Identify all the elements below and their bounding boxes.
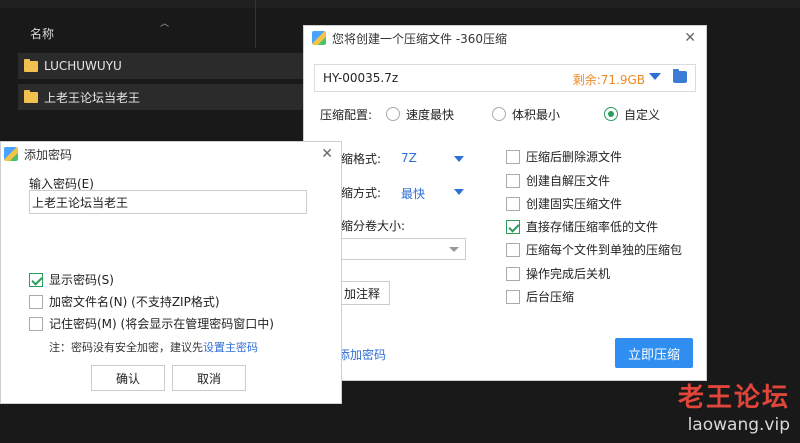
option-label: 记住密码(M) (将会显示在管理密码窗口中) [49, 317, 274, 331]
cancel-button[interactable]: 取消 [172, 365, 246, 391]
format-label: 缩格式: [341, 152, 382, 166]
watermark-text-cn: 老王论坛 [677, 383, 790, 413]
profile-label-custom: 自定义 [624, 107, 661, 122]
compress-now-button[interactable]: 立即压缩 [615, 338, 693, 368]
folder-icon [24, 58, 38, 72]
method-dropdown-icon[interactable] [454, 189, 464, 195]
radio-icon [492, 107, 506, 121]
password-input[interactable]: 上老王论坛当老王 [29, 190, 307, 214]
method-label: 缩方式: [341, 186, 382, 200]
option-label: 压缩后删除源文件 [526, 150, 623, 164]
checkbox-icon [29, 294, 43, 309]
ok-button[interactable]: 确认 [91, 365, 165, 391]
option-background[interactable]: 后台压缩 [506, 288, 574, 305]
option-label: 加密文件名(N) (不支持ZIP格式) [49, 295, 220, 309]
checkbox-icon [506, 173, 520, 188]
compress-dialog-title: 您将创建一个压缩文件 -360压缩 [332, 31, 508, 46]
volume-size-select[interactable] [334, 238, 466, 260]
add-password-link[interactable]: 添加密码 [338, 346, 386, 363]
add-note-button[interactable]: 加注释 [334, 281, 390, 305]
browse-folder-icon[interactable] [673, 69, 687, 83]
option-remember-password[interactable]: 记住密码(M) (将会显示在管理密码窗口中) [29, 315, 274, 332]
free-space-label: 剩余:71.9GB [572, 73, 645, 87]
option-label: 操作完成后关机 [526, 267, 611, 281]
option-label: 直接存储压缩率低的文件 [526, 220, 659, 234]
option-encrypt-filenames[interactable]: 加密文件名(N) (不支持ZIP格式) [29, 293, 220, 310]
file-row[interactable]: 上老王论坛当老王 [18, 84, 318, 110]
option-separate-archives[interactable]: 压缩每个文件到单独的压缩包 [506, 241, 682, 258]
option-solid[interactable]: 创建固实压缩文件 [506, 195, 622, 212]
option-label: 显示密码(S) [49, 273, 114, 287]
chevron-down-icon [449, 247, 459, 252]
checkbox-checked-icon [29, 272, 43, 287]
password-dialog-titlebar: 添加密码 [1, 142, 341, 166]
column-header-name[interactable]: 名称 [30, 25, 54, 42]
profile-fastest[interactable]: 速度最快 [386, 106, 454, 123]
password-value: 上老王论坛当老王 [32, 195, 129, 210]
checkbox-icon [506, 149, 520, 164]
checkbox-icon [29, 316, 43, 331]
option-self-extract[interactable]: 创建自解压文件 [506, 172, 610, 189]
volume-label: 缩分卷大小: [341, 219, 406, 233]
compress-dialog: 您将创建一个压缩文件 -360压缩 ✕ HY-00035.7z 剩余:71.9G… [303, 25, 707, 381]
checkbox-icon [506, 242, 520, 257]
checkbox-icon [506, 266, 520, 281]
compress-profile-row: 压缩配置: 速度最快 体积最小 自定义 [320, 104, 700, 124]
password-dialog-title: 添加密码 [24, 147, 73, 162]
option-show-password[interactable]: 显示密码(S) [29, 271, 114, 288]
radio-selected-icon [604, 107, 618, 121]
radio-icon [386, 107, 400, 121]
sort-chevron-icon[interactable]: ︿ [160, 16, 169, 29]
option-delete-source[interactable]: 压缩后删除源文件 [506, 148, 622, 165]
explorer-top-bar [0, 0, 800, 8]
file-row[interactable]: LUCHUWUYU [18, 53, 318, 79]
security-note-text: 注：密码没有安全加密，建议先 [49, 341, 203, 354]
security-note: 注：密码没有安全加密，建议先设置主密码 [49, 339, 258, 355]
checkbox-icon [506, 289, 520, 304]
app-icon [312, 31, 326, 45]
profile-label-smallest: 体积最小 [512, 107, 561, 122]
compress-dialog-titlebar: 您将创建一个压缩文件 -360压缩 [304, 26, 706, 50]
method-value[interactable]: 最快 [401, 185, 425, 202]
add-password-dialog: 添加密码 ✕ 输入密码(E) 上老王论坛当老王 显示密码(S) 加密文件名(N)… [0, 141, 342, 404]
profile-label-fastest: 速度最快 [406, 107, 455, 122]
profile-smallest[interactable]: 体积最小 [492, 106, 560, 123]
option-label: 压缩每个文件到单独的压缩包 [526, 243, 683, 257]
option-shutdown[interactable]: 操作完成后关机 [506, 265, 610, 282]
option-store-low-ratio[interactable]: 直接存储压缩率低的文件 [506, 218, 658, 235]
column-separator [255, 0, 256, 48]
archive-name-field[interactable]: HY-00035.7z 剩余:71.9GB [314, 64, 696, 92]
option-label: 创建固实压缩文件 [526, 197, 623, 211]
file-name: 上老王论坛当老王 [44, 90, 141, 105]
dropdown-arrow-icon[interactable] [649, 73, 661, 80]
checkbox-icon [506, 196, 520, 211]
profile-custom[interactable]: 自定义 [604, 106, 660, 123]
close-icon[interactable]: ✕ [684, 30, 696, 46]
watermark: 老王论坛 laowang.vip [678, 384, 790, 436]
format-dropdown-icon[interactable] [454, 156, 464, 162]
set-master-password-link[interactable]: 设置主密码 [203, 341, 258, 354]
app-icon [4, 147, 18, 161]
close-icon[interactable]: ✕ [321, 146, 333, 162]
checkbox-checked-icon [506, 219, 520, 234]
option-label: 创建自解压文件 [526, 174, 611, 188]
option-label: 后台压缩 [526, 290, 575, 304]
profile-label: 压缩配置: [320, 107, 373, 122]
watermark-text-en: laowang.vip [687, 415, 790, 435]
format-value[interactable]: 7Z [401, 151, 417, 165]
file-name: LUCHUWUYU [44, 59, 122, 73]
folder-icon [24, 89, 38, 103]
archive-name-value: HY-00035.7z [323, 71, 399, 85]
